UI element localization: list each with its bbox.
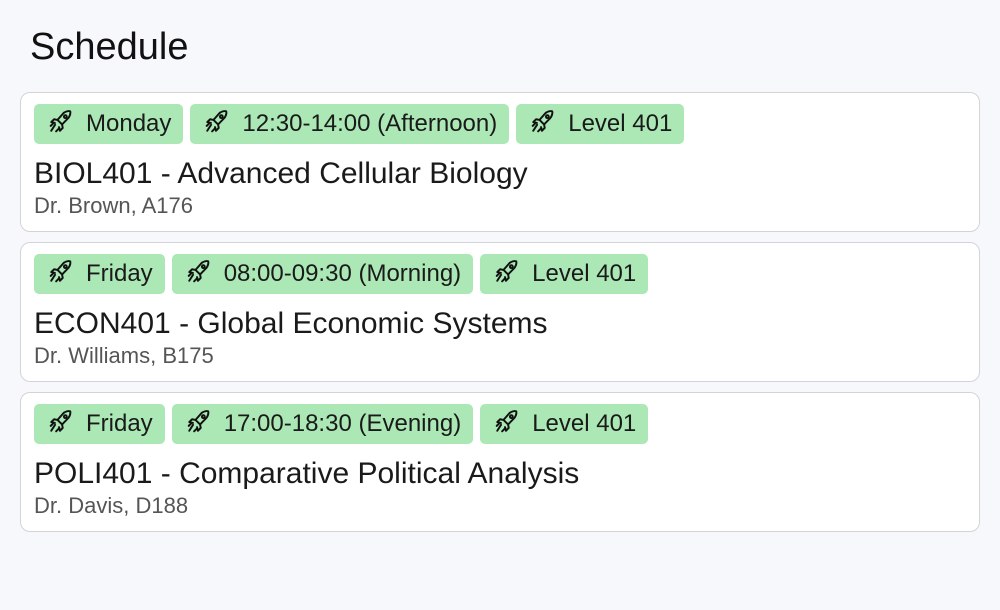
- rocket-icon: [186, 258, 212, 284]
- rocket-icon: [530, 108, 556, 134]
- tag-time: 08:00-09:30 (Morning): [171, 254, 474, 294]
- tag-time: 12:30-14:00 (Afternoon): [190, 104, 510, 144]
- tag-level: Level 401: [480, 254, 649, 294]
- tag-label: 17:00-18:30 (Evening): [223, 410, 462, 437]
- tag-label: Level 401: [532, 410, 637, 437]
- course-title: ECON401 - Global Economic Systems: [34, 307, 548, 340]
- tag-label: Level 401: [532, 260, 637, 287]
- rocket-icon: [48, 408, 74, 434]
- course-card[interactable]: Friday 17:00-18:30 (Evening) Level 401 P…: [20, 392, 980, 532]
- course-title: BIOL401 - Advanced Cellular Biology: [34, 157, 528, 190]
- tag-label: Friday: [86, 260, 153, 287]
- tag-level: Level 401: [516, 104, 685, 144]
- course-list: Monday 12:30-14:00 (Afternoon) Level 401…: [20, 92, 980, 542]
- course-title: POLI401 - Comparative Political Analysis: [34, 457, 580, 490]
- tag-day: Friday: [34, 254, 165, 294]
- rocket-icon: [48, 108, 74, 134]
- rocket-icon: [204, 108, 230, 134]
- tag-time: 17:00-18:30 (Evening): [171, 404, 474, 444]
- course-card[interactable]: Friday 08:00-09:30 (Morning) Level 401 E…: [20, 242, 980, 382]
- rocket-icon: [48, 258, 74, 284]
- course-instructor-room: Dr. Davis, D188: [34, 493, 189, 518]
- tag-row: Friday 08:00-09:30 (Morning) Level 401: [34, 254, 966, 294]
- tag-label: Friday: [86, 410, 153, 437]
- tag-day: Friday: [34, 404, 165, 444]
- tag-row: Monday 12:30-14:00 (Afternoon) Level 401: [34, 104, 966, 144]
- page-title: Schedule: [30, 26, 189, 68]
- rocket-icon: [494, 258, 520, 284]
- tag-row: Friday 17:00-18:30 (Evening) Level 401: [34, 404, 966, 444]
- course-card[interactable]: Monday 12:30-14:00 (Afternoon) Level 401…: [20, 92, 980, 232]
- tag-day: Monday: [34, 104, 184, 144]
- rocket-icon: [186, 408, 212, 434]
- tag-label: Level 401: [568, 110, 673, 137]
- course-instructor-room: Dr. Williams, B175: [34, 343, 214, 368]
- tag-label: 08:00-09:30 (Morning): [223, 260, 462, 287]
- tag-label: Monday: [86, 110, 172, 137]
- tag-level: Level 401: [480, 404, 649, 444]
- tag-label: 12:30-14:00 (Afternoon): [242, 110, 498, 137]
- rocket-icon: [494, 408, 520, 434]
- course-instructor-room: Dr. Brown, A176: [34, 193, 193, 218]
